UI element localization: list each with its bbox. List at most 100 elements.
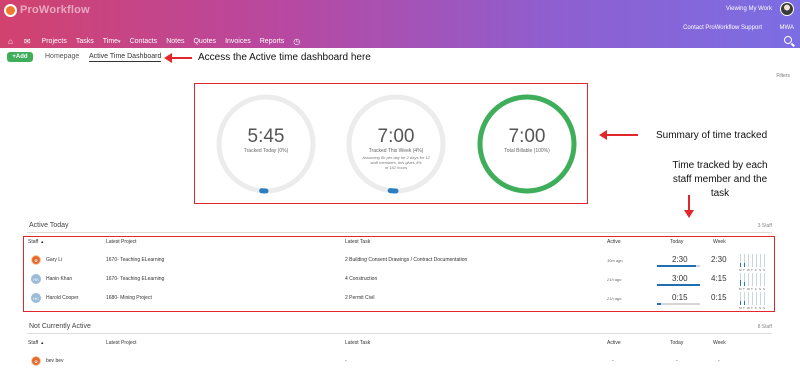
mini-day-label: F	[755, 268, 757, 272]
nav-reports[interactable]: Reports	[260, 36, 285, 47]
col-staff[interactable]: Staff ▲	[28, 340, 44, 346]
today-bar-fill	[657, 303, 662, 305]
mini-day-track	[756, 273, 757, 286]
mini-day-track	[748, 292, 749, 305]
tracked-today-card: 5:45 Tracked Today (0%)	[214, 92, 318, 196]
annotation-staff: Time tracked by each staff member and th…	[665, 159, 775, 201]
add-button[interactable]: +Add	[7, 52, 33, 62]
divider	[27, 333, 772, 334]
mini-day-track	[748, 254, 749, 267]
nav-notes[interactable]: Notes	[166, 36, 184, 47]
mini-day-label: T	[751, 306, 753, 310]
annotation-arrow-summary	[599, 130, 638, 140]
staff-name[interactable]: Hanin Khan	[46, 276, 72, 282]
latest-project[interactable]: 1670- Teaching ELearning	[106, 257, 164, 263]
support-link[interactable]: Contact ProWorkflow Support	[683, 25, 762, 31]
col-latest-task[interactable]: Latest Task	[345, 340, 370, 346]
sort-asc-icon: ▲	[40, 340, 45, 345]
staff-name[interactable]: Harold Cooper	[46, 295, 79, 301]
active-time: -	[612, 358, 614, 364]
avatar: ✿	[31, 255, 41, 265]
annotation-access: Access the Active time dashboard here	[198, 52, 371, 63]
filters-button[interactable]: Filters	[776, 73, 790, 79]
nav-invoices[interactable]: Invoices	[225, 36, 251, 47]
mini-day-label: S	[763, 268, 766, 272]
active-time: 21h ago	[607, 277, 622, 282]
logo-icon	[4, 3, 17, 17]
mini-day-label: W	[747, 287, 750, 291]
latest-task[interactable]: 4 Construction	[345, 276, 377, 282]
week-value: 2:30	[711, 255, 727, 264]
mail-icon[interactable]: ✉	[24, 36, 31, 47]
nav-time[interactable]: Time▾	[103, 36, 121, 48]
mini-day-track	[760, 254, 761, 267]
col-week[interactable]: Week	[713, 239, 726, 245]
mini-day-label: W	[747, 306, 750, 310]
active-today-count[interactable]: 3 Staff	[758, 223, 772, 229]
nav-contacts[interactable]: Contacts	[130, 36, 158, 47]
not-active-count[interactable]: 8 Staff	[758, 324, 772, 330]
today-value: -	[676, 358, 678, 364]
mini-day-label: S	[763, 306, 766, 310]
logo[interactable]: ProWorkflow	[4, 3, 90, 17]
annotation-staff-line3: task	[710, 188, 730, 199]
mini-day-track	[748, 273, 749, 286]
col-active[interactable]: Active	[607, 340, 621, 346]
mini-day-track	[752, 273, 753, 286]
mini-day-label: T	[743, 268, 745, 272]
today-value: 2:30	[672, 255, 688, 264]
today-bar-fill	[657, 265, 696, 267]
staff-name[interactable]: bev bev	[46, 358, 64, 364]
col-week[interactable]: Week	[713, 340, 726, 346]
col-active[interactable]: Active	[607, 239, 621, 245]
mini-day-label: T	[743, 287, 745, 291]
tracked-week-label: Tracked This Week (4%)	[368, 148, 424, 154]
col-today[interactable]: Today	[670, 239, 683, 245]
col-staff[interactable]: Staff ▲	[28, 239, 44, 245]
col-latest-project[interactable]: Latest Project	[106, 239, 137, 245]
mini-day-label: M	[739, 306, 742, 310]
mini-day-bar	[740, 263, 741, 267]
mini-day-track	[764, 273, 765, 286]
nav-time-label: Time	[102, 37, 119, 45]
nav-tasks[interactable]: Tasks	[76, 36, 94, 47]
mini-day-bar	[744, 282, 745, 286]
divider	[27, 232, 772, 233]
week-value: -	[718, 358, 720, 364]
search-icon[interactable]	[784, 36, 792, 44]
home-icon[interactable]: ⌂	[8, 36, 13, 47]
week-value: 0:15	[711, 293, 727, 302]
today-value: 0:15	[672, 293, 688, 302]
col-today[interactable]: Today	[670, 340, 683, 346]
latest-project[interactable]: 1670- Teaching ELearning	[106, 276, 164, 282]
staff-name[interactable]: Gary Li	[46, 257, 62, 263]
col-latest-project[interactable]: Latest Project	[106, 340, 137, 346]
today-bar-fill	[657, 284, 700, 286]
breadcrumb-active-time-dashboard[interactable]: Active Time Dashboard	[89, 53, 162, 62]
mini-day-label: S	[763, 287, 766, 291]
user-avatar[interactable]	[780, 2, 794, 16]
clock-icon[interactable]: ◷	[293, 36, 300, 47]
mini-day-label: M	[739, 268, 742, 272]
avatar: HC	[31, 293, 41, 303]
viewing-selector[interactable]: Viewing My Work	[726, 6, 772, 12]
mini-day-label: S	[759, 287, 762, 291]
nav-projects[interactable]: Projects	[42, 36, 67, 47]
mini-day-track	[752, 292, 753, 305]
nav-quotes[interactable]: Quotes	[193, 36, 216, 47]
latest-task[interactable]: 2 Permit Civil	[345, 295, 374, 301]
latest-task[interactable]: 2 Building Consent Drawings / Contract D…	[345, 257, 467, 263]
mini-day-track	[760, 292, 761, 305]
mini-day-label: T	[751, 287, 753, 291]
breadcrumb-homepage[interactable]: Homepage	[45, 53, 79, 60]
mini-day-label: S	[759, 268, 762, 272]
mini-day-bar	[744, 301, 745, 305]
latest-project[interactable]: 1680- Mining Project	[106, 295, 152, 301]
col-latest-task[interactable]: Latest Task	[345, 239, 370, 245]
mini-day-bar	[744, 263, 745, 267]
today-bar	[657, 303, 700, 305]
user-initials[interactable]: MWA	[780, 25, 794, 31]
active-time: 10m ago	[607, 258, 623, 263]
mini-day-track	[760, 273, 761, 286]
sort-asc-icon: ▲	[40, 239, 45, 244]
